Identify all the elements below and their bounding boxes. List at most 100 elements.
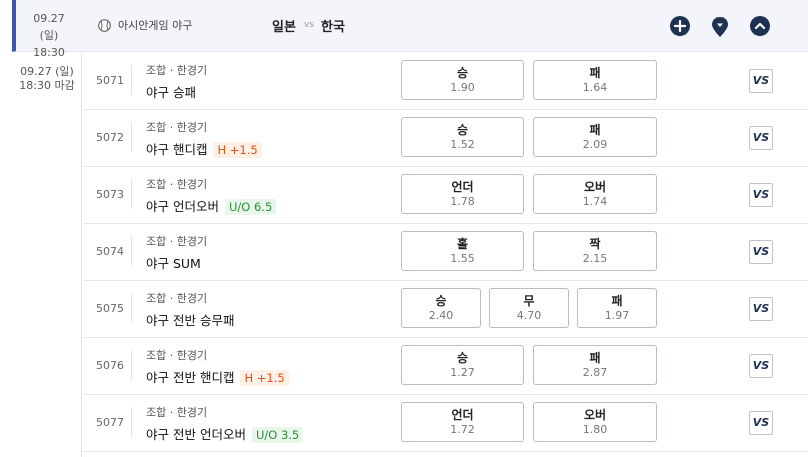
odds-label: 패	[589, 351, 601, 365]
odds-label: 패	[589, 123, 601, 137]
odds-button-lose[interactable]: 패 2.09	[533, 117, 657, 157]
add-button[interactable]	[670, 16, 690, 36]
over-under-badge: U/O 6.5	[224, 199, 277, 215]
bet-title: 야구 전반 언더오버 U/O 3.5	[146, 424, 304, 443]
game-number: 5072	[96, 131, 124, 144]
vs-icon[interactable]: VS	[749, 297, 773, 321]
over-under-badge: U/O 3.5	[251, 427, 304, 443]
odds-button-win[interactable]: 승 1.90	[401, 60, 524, 100]
odds-button-odd[interactable]: 홀 1.55	[401, 231, 524, 271]
vs-icon[interactable]: VS	[749, 69, 773, 93]
bet-row-5076: 5076 조합 · 한경기 야구 전반 핸디캡 H +1.5 승 1.27 패 2…	[83, 338, 808, 395]
chevron-up-icon	[754, 22, 766, 30]
odds-label: 홀	[456, 237, 469, 251]
row-divider	[131, 122, 132, 152]
odds-label: 승	[456, 351, 469, 365]
bet-category: 조합 · 한경기	[146, 235, 208, 248]
odds-button-lose[interactable]: 패 1.97	[577, 288, 657, 328]
odds-value: 1.72	[450, 423, 475, 436]
odds-label: 패	[611, 294, 623, 308]
bet-row-5071: 5071 조합 · 한경기 야구 승패 승 1.90 패 1.64 VS	[83, 53, 808, 110]
row-divider	[131, 293, 132, 323]
bet-title: 야구 언더오버 U/O 6.5	[146, 196, 277, 215]
odds-label: 언더	[451, 180, 474, 194]
bet-category: 조합 · 한경기	[146, 292, 208, 305]
odds-label: 짝	[589, 237, 601, 251]
vs-label: vs	[304, 20, 315, 30]
row-divider	[131, 350, 132, 380]
close-time: 18:30 마감	[19, 79, 75, 92]
league-name: 아시안게임 야구	[118, 19, 193, 32]
odds-button-under[interactable]: 언더 1.72	[401, 402, 524, 442]
location-button[interactable]	[710, 16, 730, 37]
odds-label: 승	[456, 123, 469, 137]
collapse-button[interactable]	[750, 16, 770, 36]
vs-icon[interactable]: VS	[749, 354, 773, 378]
vs-icon[interactable]: VS	[749, 240, 773, 264]
bet-row-5074: 5074 조합 · 한경기 야구 SUM 홀 1.55 짝 2.15 VS	[83, 224, 808, 281]
game-number: 5077	[96, 416, 124, 429]
header-date: 09.27 (일)	[33, 12, 65, 42]
away-team: 한국	[321, 20, 345, 35]
vs-icon[interactable]: VS	[749, 126, 773, 150]
row-divider	[131, 179, 132, 209]
odds-value: 1.74	[582, 195, 608, 208]
odds-button-win[interactable]: 승 2.40	[401, 288, 481, 328]
game-number: 5075	[96, 302, 124, 315]
odds-value: 1.78	[450, 195, 475, 208]
odds-button-lose[interactable]: 패 2.87	[533, 345, 657, 385]
bet-title: 야구 전반 핸디캡 H +1.5	[146, 367, 289, 386]
odds-label: 패	[589, 66, 601, 80]
location-pin-icon	[712, 17, 728, 37]
odds-label: 무	[523, 294, 535, 308]
bet-title: 야구 SUM	[146, 253, 201, 272]
odds-button-win[interactable]: 승 1.27	[401, 345, 524, 385]
odds-value: 1.90	[450, 81, 475, 94]
odds-label: 언더	[451, 408, 474, 422]
bet-title-text: 야구 전반 핸디캡	[146, 370, 235, 385]
bet-title-text: 야구 핸디캡	[146, 142, 208, 157]
odds-label: 오버	[583, 180, 607, 194]
odds-value: 1.27	[450, 366, 475, 379]
odds-value: 2.87	[582, 366, 608, 379]
row-divider	[131, 236, 132, 266]
vs-icon[interactable]: VS	[749, 411, 773, 435]
plus-icon	[673, 19, 687, 33]
game-number: 5074	[96, 245, 124, 258]
match-header: 09.27 (일) 18:30 아시안게임 야구 일본 vs 한국	[12, 0, 808, 59]
handicap-badge: H +1.5	[213, 142, 262, 158]
bet-title-text: 야구 언더오버	[146, 199, 219, 214]
odds-button-lose[interactable]: 패 1.64	[533, 60, 657, 100]
odds-button-over[interactable]: 오버 1.74	[533, 174, 657, 214]
handicap-badge: H +1.5	[240, 370, 289, 386]
bet-title: 야구 전반 승무패	[146, 310, 234, 329]
bet-title: 야구 승패	[146, 82, 196, 101]
row-divider	[131, 65, 132, 95]
bet-row-5077: 5077 조합 · 한경기 야구 전반 언더오버 U/O 3.5 언더 1.72 …	[83, 395, 808, 452]
close-datetime: 09.27 (일) 18:30 마감	[12, 65, 82, 93]
bet-row-5073: 5073 조합 · 한경기 야구 언더오버 U/O 6.5 언더 1.78 오버 …	[83, 167, 808, 224]
bet-row-5072: 5072 조합 · 한경기 야구 핸디캡 H +1.5 승 1.52 패 2.09…	[83, 110, 808, 167]
odds-value: 2.15	[582, 252, 608, 265]
row-divider	[131, 407, 132, 437]
odds-button-under[interactable]: 언더 1.78	[401, 174, 524, 214]
bet-row-5075: 5075 조합 · 한경기 야구 전반 승무패 승 2.40 무 4.70 패 …	[83, 281, 808, 338]
odds-label: 승	[435, 294, 447, 308]
odds-button-even[interactable]: 짝 2.15	[533, 231, 657, 271]
vs-icon[interactable]: VS	[749, 183, 773, 207]
odds-button-draw[interactable]: 무 4.70	[489, 288, 569, 328]
odds-value: 2.09	[582, 138, 608, 151]
bet-title-text: 야구 승패	[146, 85, 196, 100]
bet-title-text: 야구 전반 언더오버	[146, 427, 246, 442]
odds-label: 승	[456, 66, 469, 80]
odds-value: 1.52	[450, 138, 475, 151]
match-info-column: 09.27 (일) 18:30 마감	[12, 53, 82, 457]
baseball-icon	[98, 19, 111, 32]
odds-button-win[interactable]: 승 1.52	[401, 117, 524, 157]
odds-label: 오버	[583, 408, 607, 422]
odds-value: 4.70	[516, 309, 542, 322]
bet-title: 야구 핸디캡 H +1.5	[146, 139, 262, 158]
odds-value: 1.55	[450, 252, 475, 265]
game-number: 5073	[96, 188, 124, 201]
odds-button-over[interactable]: 오버 1.80	[533, 402, 657, 442]
